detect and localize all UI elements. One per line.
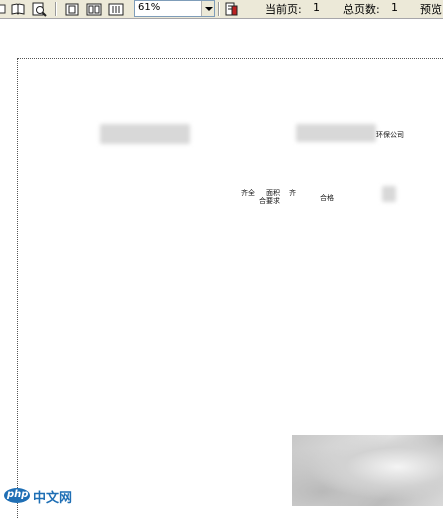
open-book-icon[interactable] bbox=[10, 1, 26, 17]
multiple-pages-icon[interactable] bbox=[108, 1, 124, 17]
row-label-bottom: 合要求 bbox=[259, 197, 280, 205]
redacted-text bbox=[296, 124, 376, 142]
watermark-site-text: 中文网 bbox=[33, 491, 73, 506]
toolbar-separator bbox=[55, 2, 57, 16]
current-page-label: 当前页: bbox=[265, 3, 302, 16]
row-label-mid2: 齐 bbox=[289, 189, 296, 197]
header-right-text: 环保公司 bbox=[376, 131, 404, 139]
total-pages-label: 总页数: bbox=[343, 3, 380, 16]
redacted-text bbox=[382, 186, 396, 202]
current-page-value: 1 bbox=[313, 1, 320, 14]
print-preview-toolbar: 61% 当前页: 1 总页数: 1 预览 bbox=[0, 0, 443, 19]
toolbar-separator bbox=[218, 2, 220, 16]
two-pages-icon[interactable] bbox=[86, 1, 102, 17]
preview-label: 预览 bbox=[420, 3, 442, 16]
total-pages-value: 1 bbox=[391, 1, 398, 14]
row-label-left: 齐全 bbox=[241, 189, 255, 197]
chevron-down-icon[interactable] bbox=[201, 1, 214, 16]
zoom-select[interactable]: 61% bbox=[134, 0, 215, 17]
php-logo-text: php bbox=[7, 489, 29, 500]
print-icon[interactable] bbox=[0, 1, 8, 17]
zoom-value: 61% bbox=[138, 2, 161, 13]
row-label-right: 合格 bbox=[320, 194, 334, 202]
redacted-text bbox=[100, 124, 190, 144]
pixelated-image bbox=[292, 435, 443, 506]
one-page-icon[interactable] bbox=[64, 1, 80, 17]
zoom-magnifier-icon[interactable] bbox=[31, 1, 47, 17]
close-preview-icon[interactable] bbox=[223, 1, 239, 17]
